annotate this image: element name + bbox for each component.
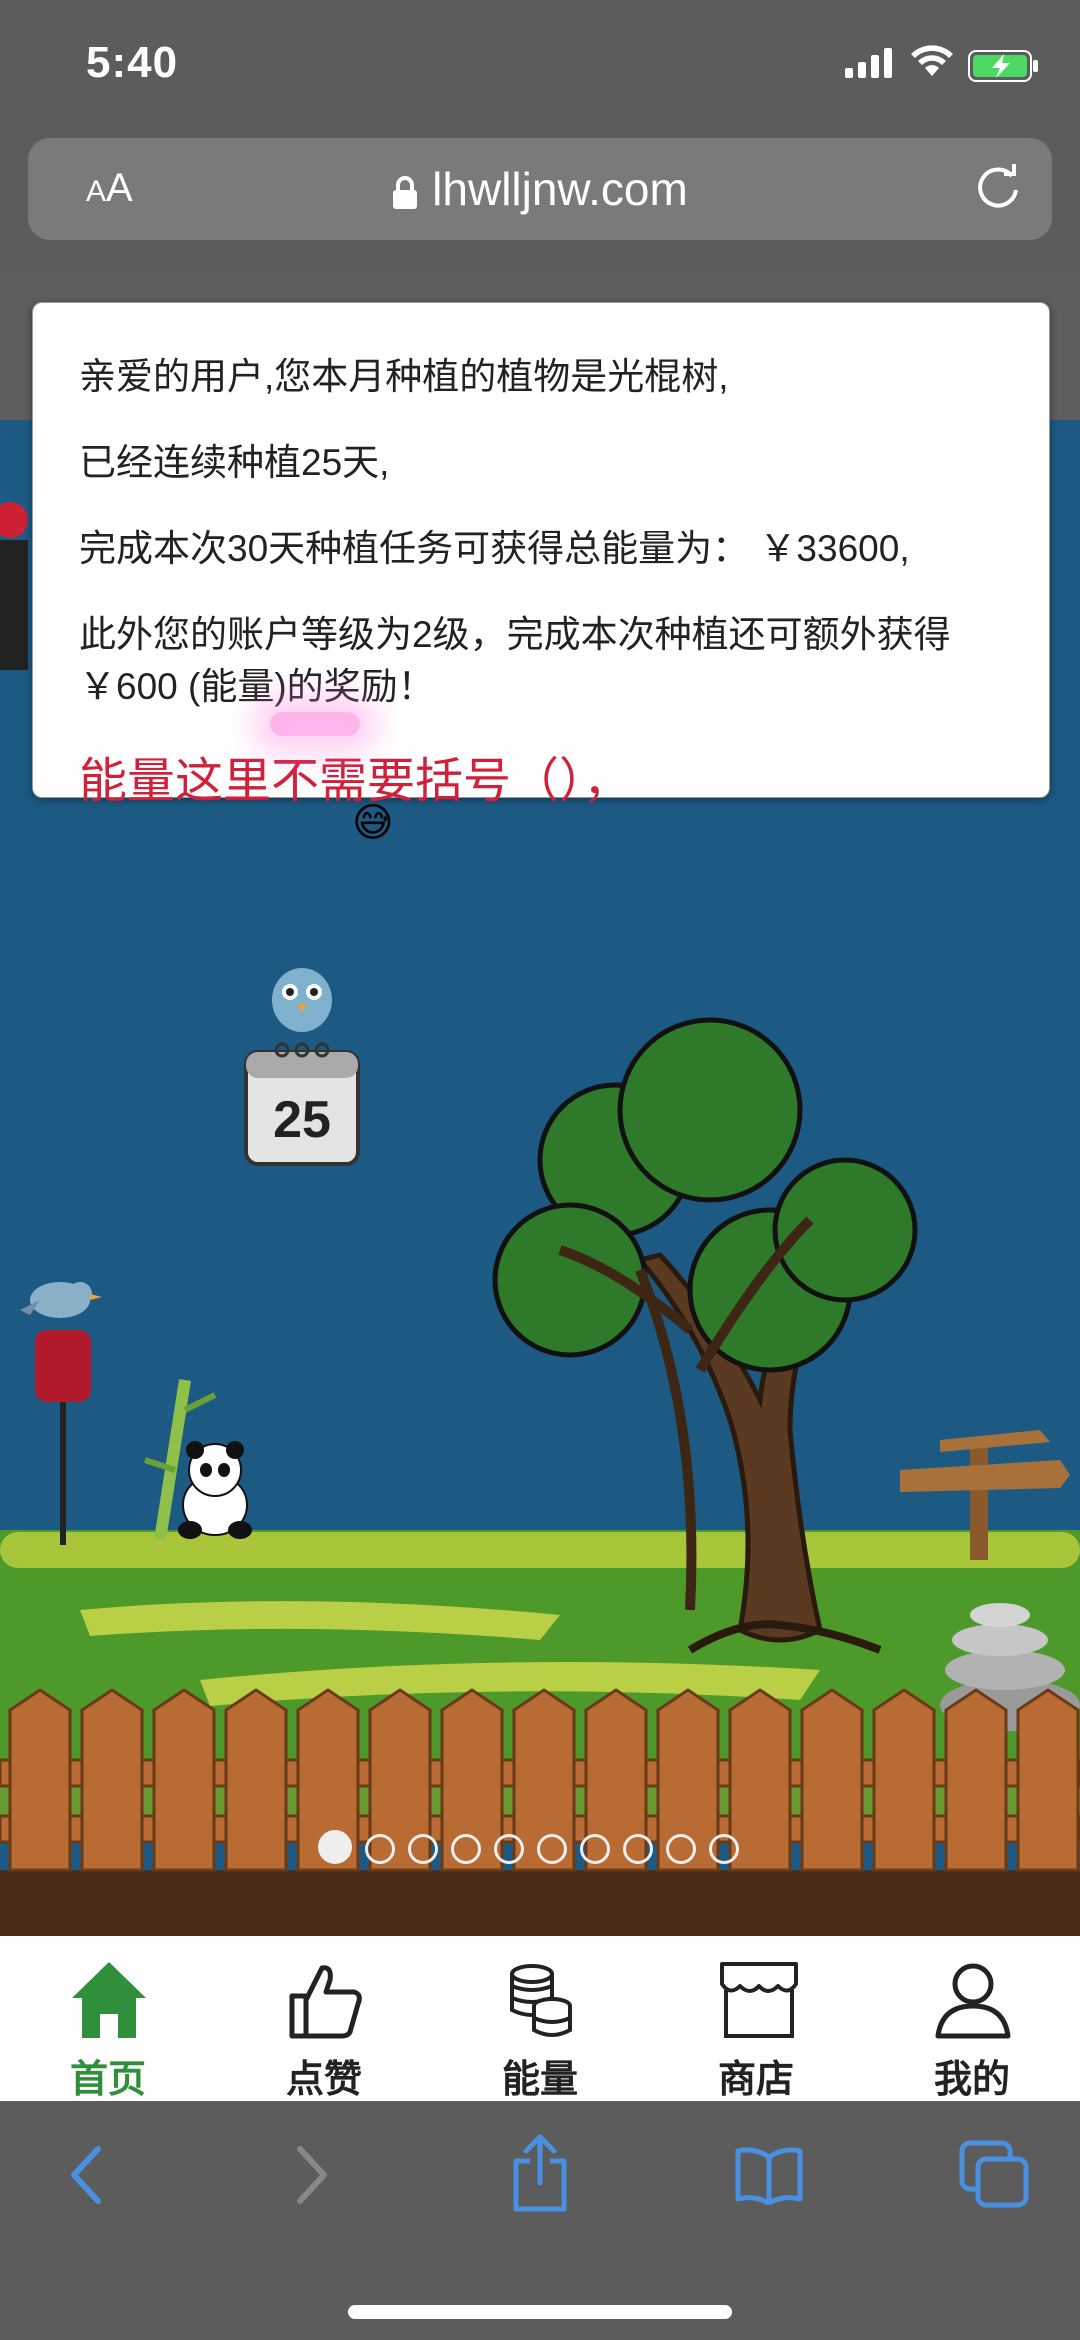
bookmarks-icon[interactable] [734, 2145, 804, 2205]
dialog-line-plant: 亲爱的用户,您本月种植的植物是光棍树, [79, 356, 729, 397]
home-indicator [348, 2305, 732, 2319]
cellular-signal-icon [845, 48, 892, 78]
carousel-dot[interactable] [318, 1830, 352, 1864]
panda [178, 1441, 252, 1539]
energy-coins-icon [510, 1964, 572, 2037]
owl [272, 968, 332, 1032]
left-edge-decoration [0, 502, 28, 670]
bottom-tab-bar: 首页 点赞 能量 商店 我的 [0, 1936, 1080, 2101]
tab-label: 首页 [69, 2059, 146, 2101]
status-time: 5:40 [86, 38, 179, 87]
planting-info-dialog[interactable]: 亲爱的用户,您本月种植的植物是光棍树, 已经连续种植25天, 完成本次30天种植… [32, 302, 1050, 808]
url-text: lhwlljnw.com [432, 163, 688, 215]
sweat-smile-emoji: 😅 [352, 801, 394, 845]
carousel-dot[interactable] [709, 1834, 739, 1864]
calendar-day-number: 25 [273, 1091, 331, 1149]
tab-label: 能量 [501, 2059, 578, 2101]
bird-left [20, 1282, 102, 1318]
highlight-marker [270, 712, 360, 736]
carousel-indicator [318, 1830, 752, 1869]
carousel-dot[interactable] [580, 1834, 610, 1864]
carousel-dot[interactable] [365, 1834, 395, 1864]
dialog-line-total-energy: 完成本次30天种植任务可获得总能量为： ￥33600, [79, 528, 910, 569]
thumbs-up-icon [289, 1965, 362, 2039]
store-icon [720, 1962, 798, 2038]
carousel-dot[interactable] [537, 1834, 567, 1864]
tab-label: 点赞 [285, 2059, 362, 2101]
carousel-dot[interactable] [494, 1834, 524, 1864]
battery-charging-icon [968, 50, 1038, 82]
tab-label: 我的 [933, 2059, 1010, 2101]
reload-icon[interactable] [972, 162, 1024, 214]
mailbox [35, 1330, 91, 1545]
dialog-line-bonus: 此外您的账户等级为2级，完成本次种植还可额外获得 ￥600 (能量)的奖励！ [79, 614, 951, 707]
tab-energy[interactable]: 能量 [432, 1936, 648, 2101]
forward-icon[interactable] [292, 2143, 332, 2207]
tab-likes[interactable]: 点赞 [216, 1936, 432, 2101]
tab-profile[interactable]: 我的 [864, 1936, 1080, 2101]
dialog-line-days: 已经连续种植25天, [79, 442, 390, 483]
carousel-dot[interactable] [623, 1834, 653, 1864]
lock-icon [393, 175, 418, 209]
home-icon [72, 1962, 146, 2038]
back-icon[interactable] [66, 2143, 106, 2207]
share-icon[interactable] [510, 2133, 570, 2213]
carousel-dot[interactable] [666, 1834, 696, 1864]
user-icon [935, 1963, 1011, 2039]
tab-store[interactable]: 商店 [648, 1936, 864, 2101]
wifi-icon [911, 45, 953, 76]
address-bar[interactable]: AA lhwlljnw.com [28, 138, 1052, 240]
carousel-dot[interactable] [451, 1834, 481, 1864]
status-bar: 5:40 [0, 0, 1080, 135]
tabs-icon[interactable] [958, 2139, 1030, 2209]
carousel-dot[interactable] [408, 1834, 438, 1864]
tab-label: 商店 [717, 2059, 794, 2101]
tab-home[interactable]: 首页 [0, 1936, 216, 2101]
